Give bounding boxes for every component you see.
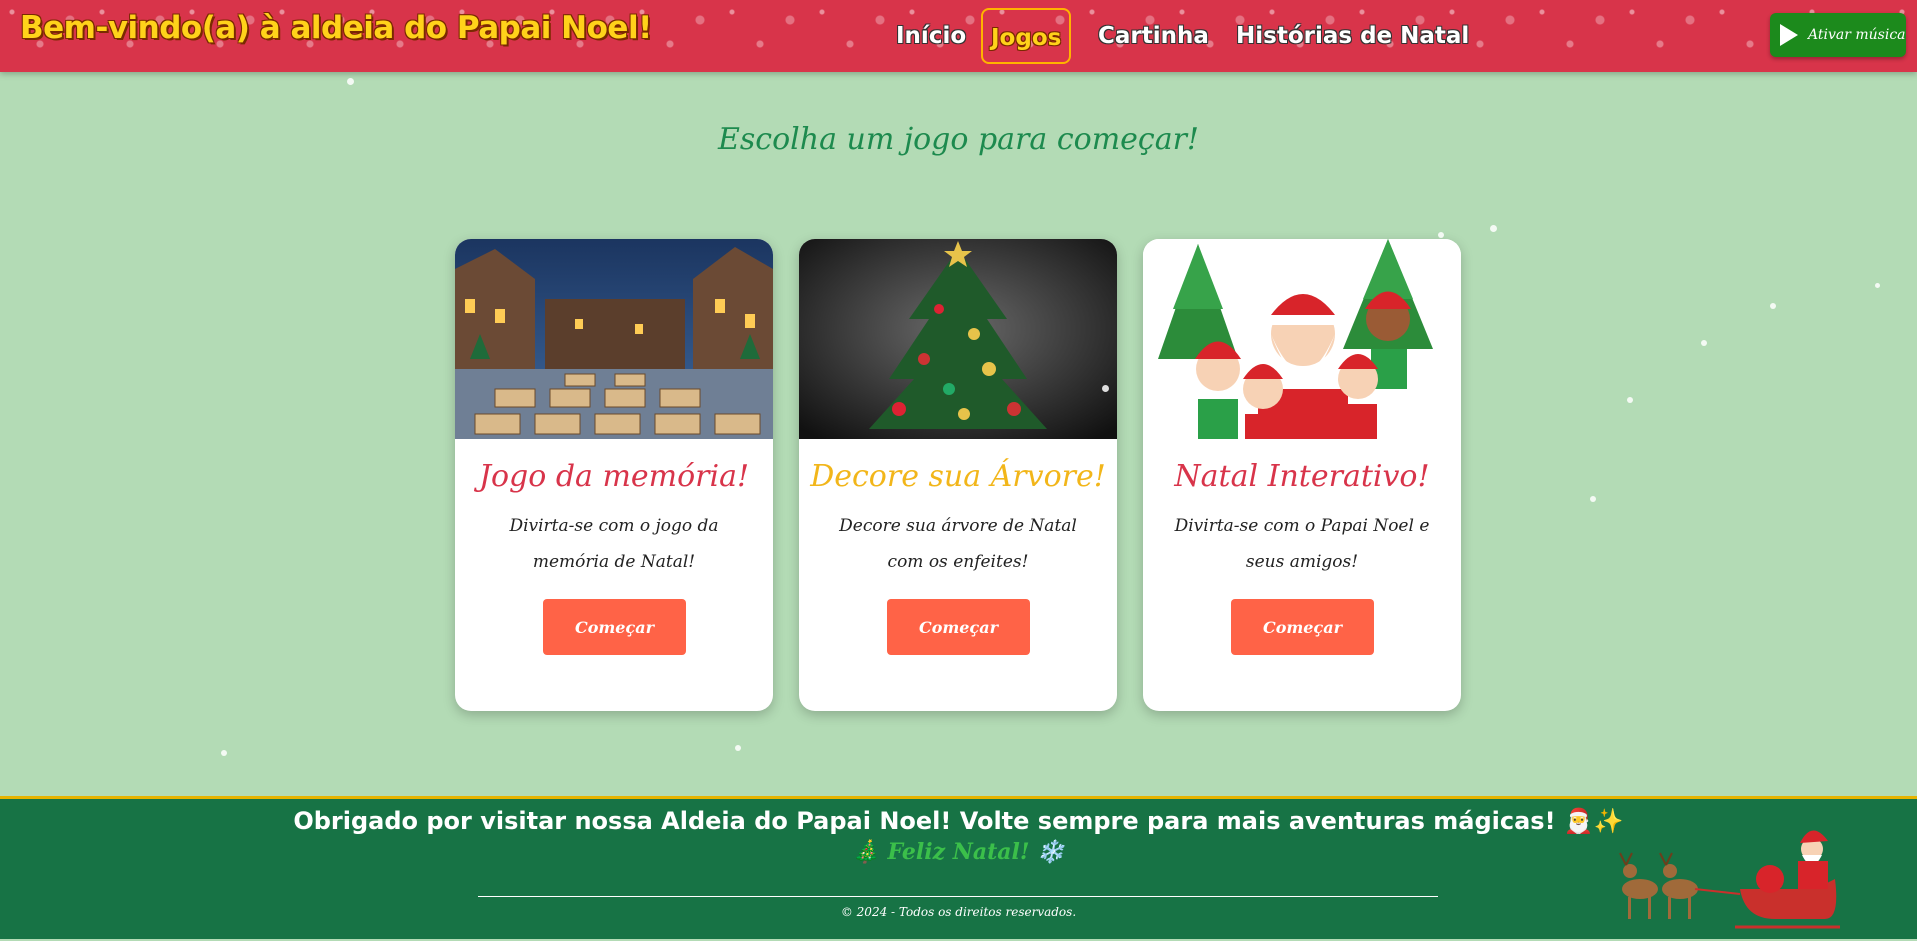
snowflake — [1102, 385, 1109, 392]
nav-item-jogos[interactable]: Jogos — [981, 8, 1072, 64]
game-card-tree: Decore sua Árvore! Decore sua árvore de … — [799, 239, 1117, 711]
snowflake — [735, 745, 741, 751]
snowflake — [1701, 340, 1707, 346]
nav-item-inicio[interactable]: Início — [896, 8, 966, 64]
snowflake — [1770, 303, 1776, 309]
snowflake — [1627, 397, 1633, 403]
site-header: Bem-vindo(a) à aldeia do Papai Noel! Iní… — [0, 0, 1917, 72]
site-title: Bem-vindo(a) à aldeia do Papai Noel! — [20, 10, 652, 46]
game-card-memory: Jogo da memória! Divirta-se com o jogo d… — [455, 239, 773, 711]
card-title: Natal Interativo! — [1174, 459, 1430, 494]
santa-sleigh-icon — [1600, 819, 1850, 937]
nav-item-historias[interactable]: Histórias de Natal — [1236, 8, 1469, 64]
card-description: Decore sua árvore de Natal com os enfeit… — [839, 516, 1077, 572]
site-footer: Obrigado por visitar nossa Aldeia do Pap… — [0, 796, 1917, 939]
snowflake — [1438, 232, 1444, 238]
card-title: Jogo da memória! — [478, 459, 750, 494]
play-icon — [1780, 24, 1798, 46]
nav-item-cartinha[interactable]: Cartinha — [1098, 8, 1209, 64]
card-image-village — [455, 239, 773, 439]
snowflake — [1875, 283, 1880, 288]
card-title: Decore sua Árvore! — [810, 459, 1106, 494]
page-heading: Escolha um jogo para começar! — [718, 122, 1199, 157]
footer-divider — [478, 896, 1438, 897]
snowflake — [1490, 225, 1497, 232]
start-tree-button[interactable]: Começar — [887, 599, 1030, 655]
start-memory-button[interactable]: Começar — [543, 599, 686, 655]
snowflake — [347, 78, 354, 85]
snowflake — [221, 750, 227, 756]
music-toggle-button[interactable]: Ativar música — [1770, 13, 1906, 57]
card-image-santa-kids — [1143, 239, 1461, 439]
start-interactive-button[interactable]: Começar — [1231, 599, 1374, 655]
snowflake — [1590, 496, 1596, 502]
card-description: Divirta-se com o Papai Noel e seus amigo… — [1174, 516, 1430, 572]
card-description: Divirta-se com o jogo da memória de Nata… — [509, 516, 719, 572]
snowflake — [608, 577, 614, 583]
game-card-interactive: Natal Interativo! Divirta-se com o Papai… — [1143, 239, 1461, 711]
card-image-tree — [799, 239, 1117, 439]
music-button-label: Ativar música — [1808, 27, 1906, 43]
